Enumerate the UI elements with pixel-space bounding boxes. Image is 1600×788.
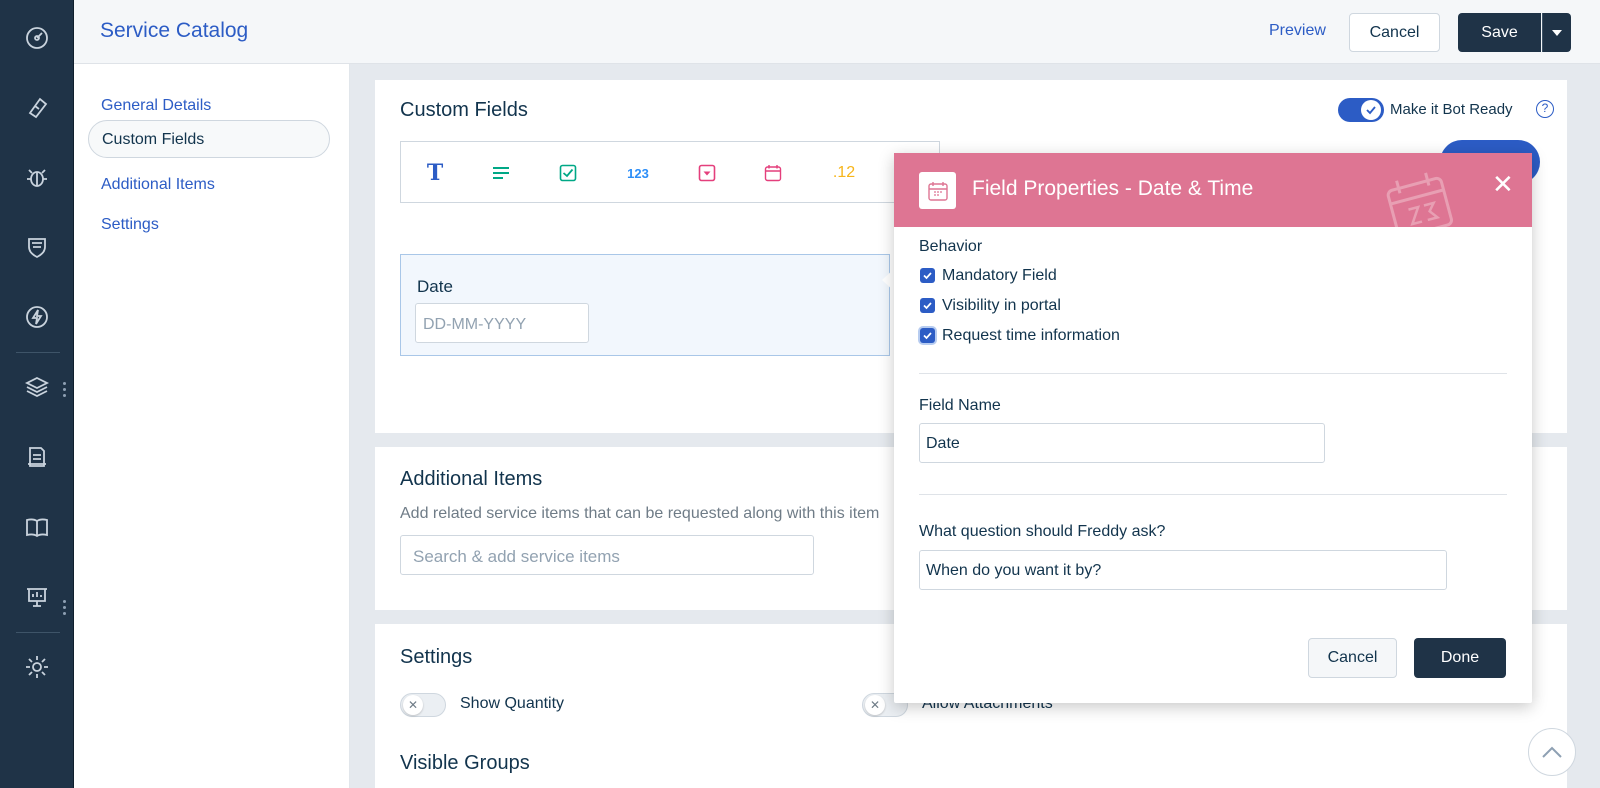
close-dialog-icon[interactable]: ✕ (1492, 169, 1514, 200)
settings-title: Settings (400, 646, 473, 668)
bot-ready-toggle[interactable] (1338, 98, 1384, 122)
chevron-up-icon (1542, 746, 1562, 758)
preview-link[interactable]: Preview (1269, 22, 1326, 40)
behavior-label: Behavior (919, 238, 983, 255)
bot-ready-label: Make it Bot Ready (1390, 101, 1513, 118)
additional-items-title: Additional Items (400, 468, 543, 490)
dropdown-icon[interactable] (695, 162, 719, 184)
text-field-icon[interactable]: T (423, 160, 447, 186)
dashboard-icon[interactable] (22, 23, 52, 53)
number-icon[interactable]: 123 (623, 162, 653, 184)
show-quantity-label: Show Quantity (460, 695, 565, 712)
check-icon (1361, 100, 1381, 120)
mandatory-label: Mandatory Field (942, 267, 1057, 284)
field-type-toolbar: T 123 .12 (400, 141, 940, 203)
nav-additional-items[interactable]: Additional Items (88, 165, 330, 203)
dialog-title: Field Properties - Date & Time (972, 177, 1254, 200)
nav-settings[interactable]: Settings (88, 205, 330, 243)
page-title: Service Catalog (100, 19, 249, 42)
date-field-label: Date (417, 277, 453, 296)
admin-gear-icon[interactable] (22, 652, 52, 682)
changes-icon[interactable] (22, 232, 52, 262)
divider (919, 373, 1507, 374)
chevron-down-icon (1552, 29, 1562, 36)
calendar-icon (919, 172, 956, 209)
freddy-question-label: What question should Freddy ask? (919, 523, 1166, 540)
calendar-watermark-icon (1382, 171, 1462, 227)
section-nav: General Details Custom Fields Additional… (74, 64, 350, 788)
reports-icon[interactable] (22, 582, 52, 612)
custom-fields-title: Custom Fields (400, 99, 528, 121)
mandatory-checkbox[interactable] (920, 268, 935, 283)
save-options-dropdown[interactable] (1542, 13, 1571, 52)
freddy-question-input[interactable]: When do you want it by? (919, 550, 1447, 590)
left-rail (0, 0, 74, 788)
paragraph-icon[interactable] (489, 162, 513, 184)
dialog-header: Field Properties - Date & Time ✕ (894, 153, 1532, 227)
scroll-to-top-button[interactable] (1528, 728, 1576, 776)
visible-groups-title: Visible Groups (400, 752, 530, 774)
tickets-icon[interactable] (22, 93, 52, 123)
help-icon[interactable]: ? (1536, 100, 1554, 118)
nav-general-details[interactable]: General Details (88, 86, 330, 124)
header-cancel-button[interactable]: Cancel (1349, 13, 1440, 52)
decimal-icon[interactable]: .12 (829, 162, 859, 184)
close-icon: ✕ (865, 695, 885, 715)
divider (919, 494, 1507, 495)
assets-icon[interactable] (22, 372, 52, 402)
field-properties-dialog: Field Properties - Date & Time ✕ Behavio… (894, 153, 1532, 703)
field-name-input[interactable]: Date (919, 423, 1325, 463)
dialog-cancel-button[interactable]: Cancel (1308, 638, 1397, 678)
knowledge-icon[interactable] (22, 512, 52, 542)
request-time-checkbox[interactable] (920, 328, 935, 343)
visibility-checkbox[interactable] (920, 298, 935, 313)
problems-icon[interactable] (22, 162, 52, 192)
solutions-icon[interactable] (22, 442, 52, 472)
visibility-label: Visibility in portal (942, 297, 1061, 314)
checkbox-icon[interactable] (556, 162, 580, 184)
save-button[interactable]: Save (1458, 13, 1541, 52)
show-quantity-toggle[interactable]: ✕ (400, 693, 446, 717)
service-items-search-input[interactable]: Search & add service items (400, 535, 814, 575)
date-field-preview[interactable]: Date DD-MM-YYYY (400, 254, 890, 356)
top-header: Service Catalog Preview Cancel Save (74, 0, 1600, 64)
field-name-label: Field Name (919, 397, 1001, 414)
releases-icon[interactable] (22, 302, 52, 332)
date-field-input[interactable]: DD-MM-YYYY (415, 303, 589, 343)
additional-items-description: Add related service items that can be re… (400, 505, 880, 522)
nav-custom-fields[interactable]: Custom Fields (88, 120, 330, 158)
request-time-label: Request time information (942, 327, 1120, 344)
date-icon[interactable] (761, 162, 785, 184)
done-button[interactable]: Done (1414, 638, 1506, 678)
close-icon: ✕ (403, 695, 423, 715)
